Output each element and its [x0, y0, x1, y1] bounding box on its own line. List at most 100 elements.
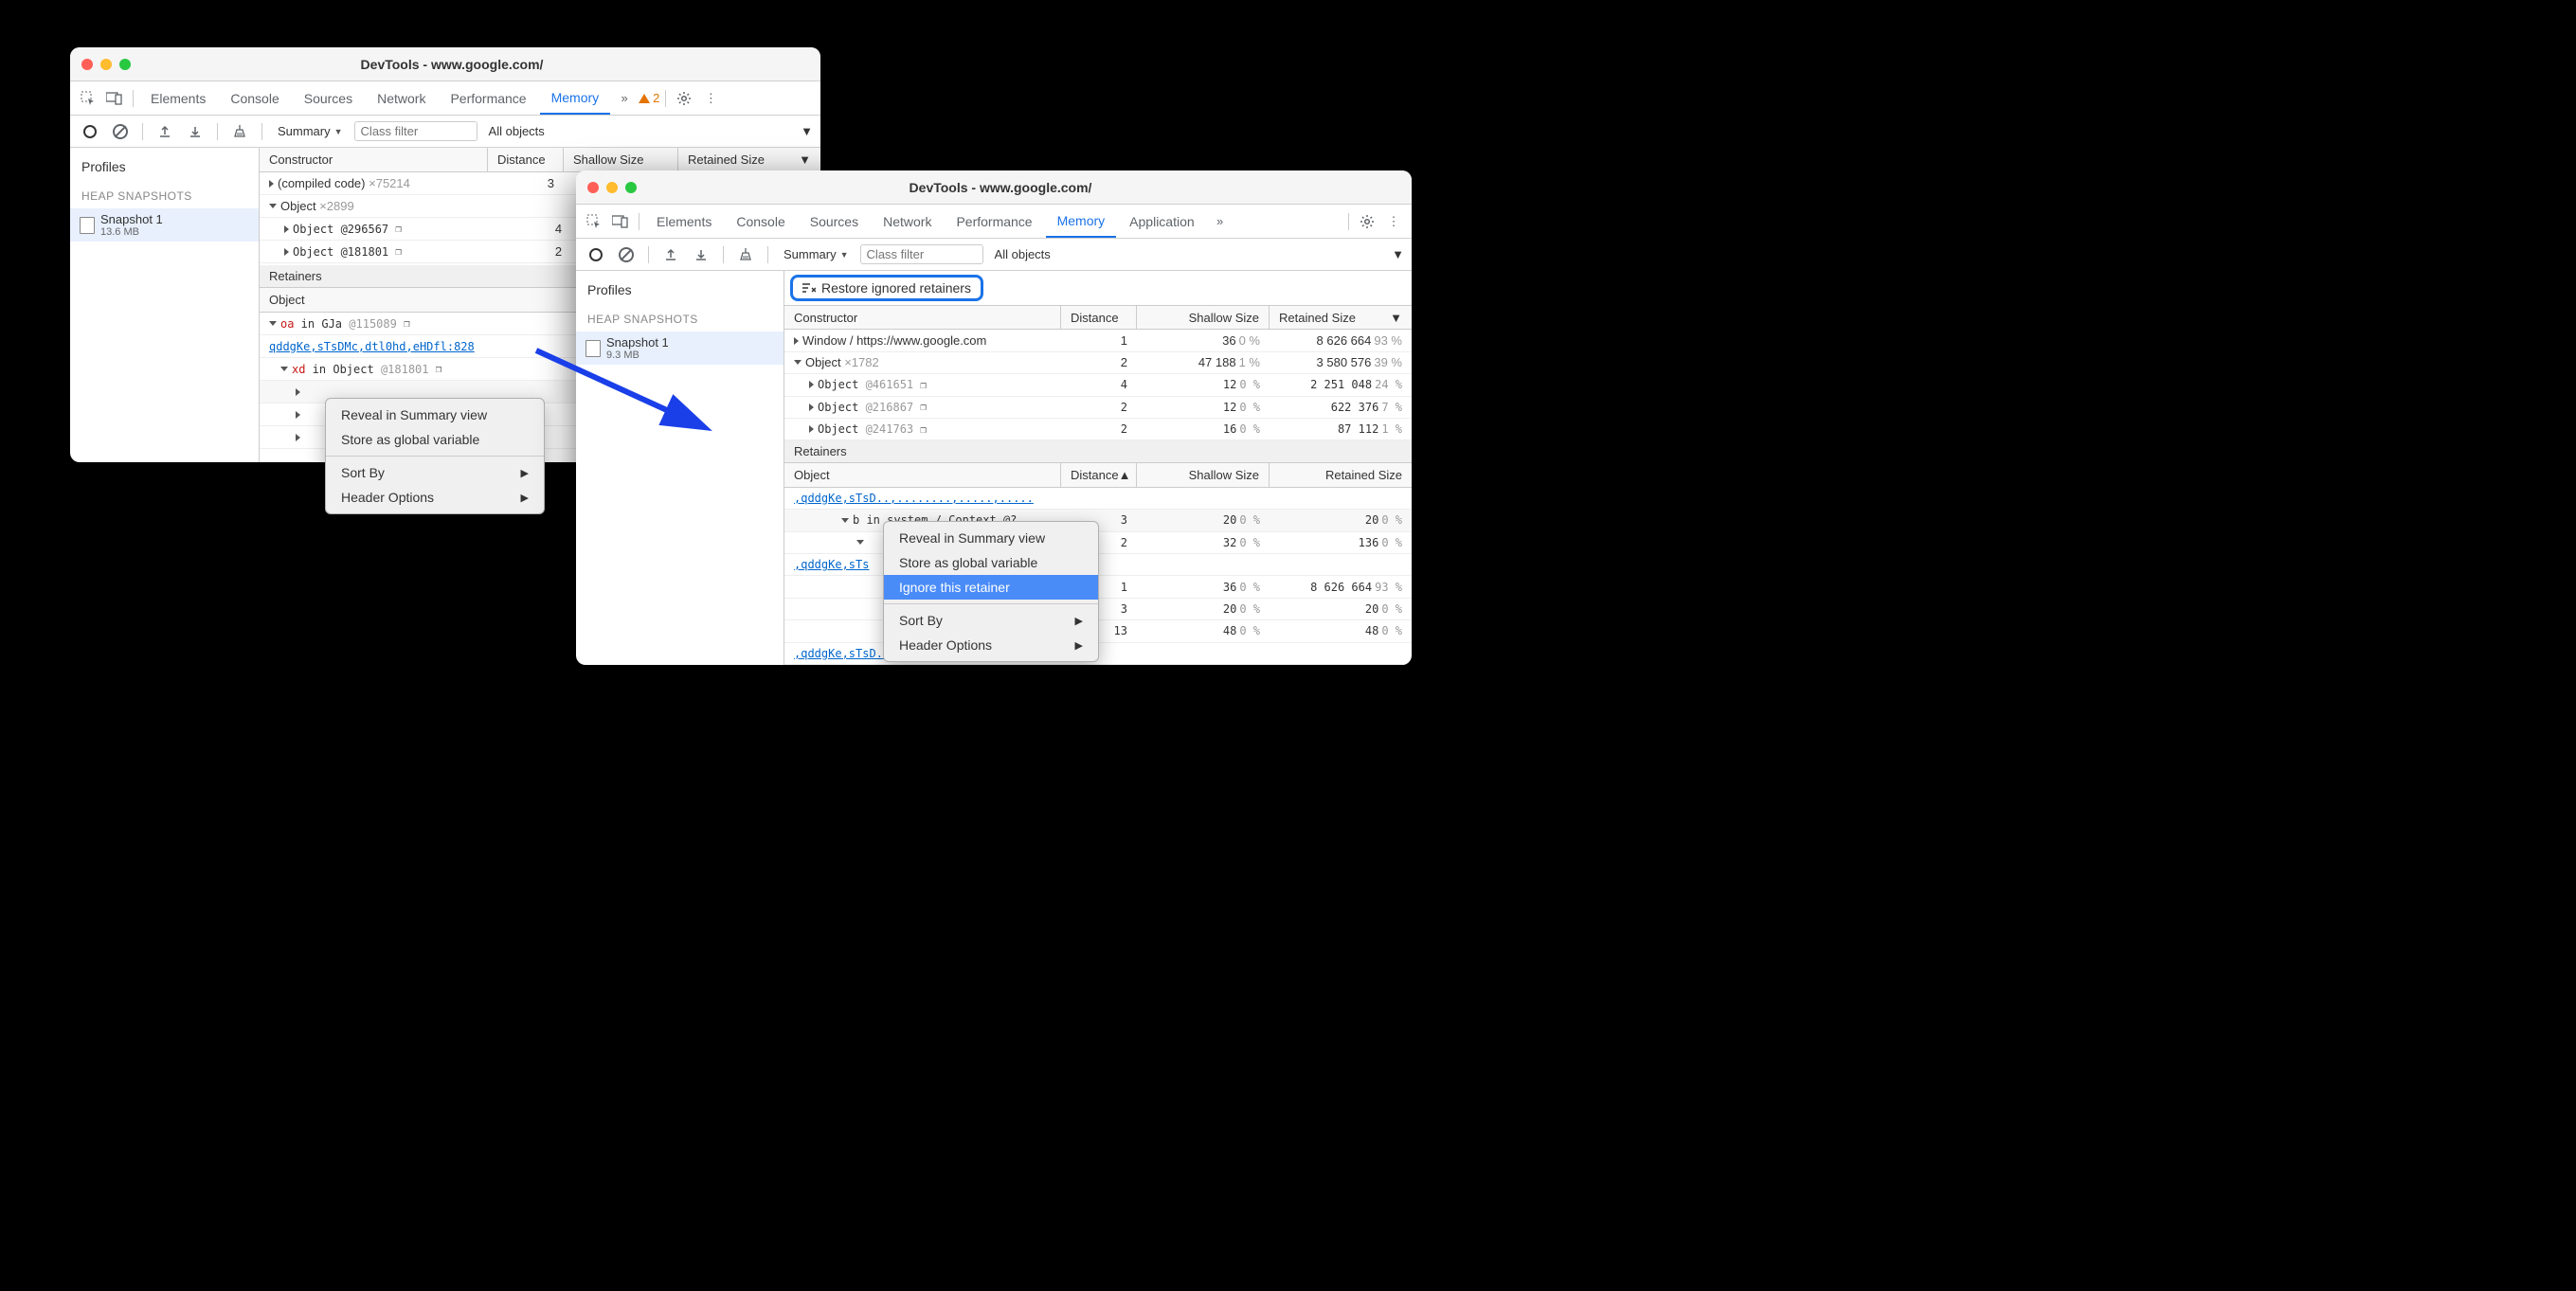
minimize-dot[interactable] — [100, 59, 112, 70]
download-icon[interactable] — [183, 119, 207, 144]
disclosure-triangle-icon[interactable] — [269, 204, 277, 208]
tab-console[interactable]: Console — [725, 205, 796, 238]
disclosure-triangle-icon[interactable] — [794, 337, 799, 345]
restore-ignored-retainers-button[interactable]: Restore ignored retainers — [790, 275, 983, 301]
tab-console[interactable]: Console — [219, 81, 290, 115]
disclosure-triangle-icon[interactable] — [809, 381, 814, 388]
menu-store-global[interactable]: Store as global variable — [884, 550, 1098, 575]
chevron-right-icon: ▶ — [521, 467, 529, 479]
col-distance[interactable]: Distance — [488, 148, 564, 171]
disclosure-triangle-icon[interactable] — [296, 411, 300, 419]
class-filter-input[interactable] — [860, 244, 983, 264]
view-select[interactable]: Summary▼ — [778, 245, 855, 263]
disclosure-triangle-icon[interactable] — [269, 180, 274, 188]
warnings-badge[interactable]: 2 — [639, 91, 659, 105]
disclosure-triangle-icon[interactable] — [296, 388, 300, 396]
sidebar: Profiles HEAP SNAPSHOTS Snapshot 1 9.3 M… — [576, 271, 784, 665]
col-distance[interactable]: Distance — [1061, 306, 1137, 329]
col-shallow[interactable]: Shallow Size — [1137, 463, 1270, 486]
disclosure-triangle-icon[interactable] — [269, 321, 277, 326]
minimize-dot[interactable] — [606, 182, 618, 193]
tab-network[interactable]: Network — [366, 81, 437, 115]
menu-ignore-retainer[interactable]: Ignore this retainer — [884, 575, 1098, 600]
snapshot-item[interactable]: Snapshot 1 13.6 MB — [70, 208, 259, 242]
kebab-icon[interactable]: ⋮ — [698, 86, 723, 111]
download-icon[interactable] — [689, 242, 713, 267]
tab-network[interactable]: Network — [872, 205, 943, 238]
disclosure-triangle-icon[interactable] — [809, 425, 814, 433]
tab-performance[interactable]: Performance — [439, 81, 537, 115]
table-row[interactable]: Object @216867 ❐ 2 120 % 622 3767 % — [784, 397, 1412, 419]
heap-snapshots-heading: HEAP SNAPSHOTS — [576, 309, 784, 330]
tab-sources[interactable]: Sources — [799, 205, 870, 238]
record-button[interactable] — [584, 242, 608, 267]
inspect-icon[interactable] — [76, 86, 100, 111]
upload-icon[interactable] — [658, 242, 683, 267]
disclosure-triangle-icon[interactable] — [809, 403, 814, 411]
close-dot[interactable] — [81, 59, 93, 70]
gear-icon[interactable] — [672, 86, 696, 111]
tab-sources[interactable]: Sources — [293, 81, 364, 115]
chevron-right-icon: ▶ — [1075, 615, 1083, 627]
col-shallow[interactable]: Shallow Size — [564, 148, 678, 171]
col-retained[interactable]: Retained Size▼ — [1270, 306, 1412, 329]
sweep-icon[interactable] — [733, 242, 758, 267]
tab-performance[interactable]: Performance — [945, 205, 1043, 238]
col-constructor[interactable]: Constructor — [784, 306, 1061, 329]
tab-application[interactable]: Application — [1118, 205, 1206, 238]
divider — [261, 123, 262, 140]
table-row[interactable]: Object ×1782 2 47 1881 % 3 580 57639 % — [784, 352, 1412, 374]
table-row[interactable]: Object @241763 ❐ 2 160 % 87 1121 % — [784, 419, 1412, 440]
view-select[interactable]: Summary▼ — [272, 122, 349, 140]
col-constructor[interactable]: Constructor — [260, 148, 488, 171]
col-retained[interactable]: Retained Size — [1270, 463, 1412, 486]
disclosure-triangle-icon[interactable] — [794, 360, 802, 365]
tab-memory[interactable]: Memory — [1046, 205, 1117, 238]
chevron-down-icon[interactable]: ▼ — [1392, 247, 1404, 261]
device-icon[interactable] — [608, 209, 633, 234]
menu-reveal-summary[interactable]: Reveal in Summary view — [884, 526, 1098, 550]
record-button[interactable] — [78, 119, 102, 144]
kebab-icon[interactable]: ⋮ — [1381, 209, 1406, 234]
menu-sort-by[interactable]: Sort By▶ — [326, 460, 544, 485]
upload-icon[interactable] — [153, 119, 177, 144]
disclosure-triangle-icon[interactable] — [856, 540, 864, 545]
tab-memory[interactable]: Memory — [540, 81, 611, 115]
menu-header-options[interactable]: Header Options▶ — [326, 485, 544, 510]
col-object[interactable]: Object — [784, 463, 1061, 486]
disclosure-triangle-icon[interactable] — [841, 518, 849, 523]
tab-elements[interactable]: Elements — [139, 81, 217, 115]
clear-button[interactable] — [108, 119, 133, 144]
tabs-overflow-icon[interactable]: » — [612, 86, 637, 111]
class-filter-input[interactable] — [354, 121, 477, 141]
chevron-down-icon[interactable]: ▼ — [801, 124, 813, 138]
tabs-overflow-icon[interactable]: » — [1208, 209, 1233, 234]
scope-select[interactable]: All objects — [989, 245, 1056, 263]
col-retained[interactable]: Retained Size▼ — [678, 148, 820, 171]
menu-reveal-summary[interactable]: Reveal in Summary view — [326, 403, 544, 427]
table-row[interactable]: Window / https://www.google.com 1 360 % … — [784, 330, 1412, 351]
zoom-dot[interactable] — [625, 182, 637, 193]
close-dot[interactable] — [587, 182, 599, 193]
gear-icon[interactable] — [1355, 209, 1379, 234]
menu-store-global[interactable]: Store as global variable — [326, 427, 544, 452]
disclosure-triangle-icon[interactable] — [296, 434, 300, 441]
menu-header-options[interactable]: Header Options▶ — [884, 633, 1098, 657]
disclosure-triangle-icon[interactable] — [284, 225, 289, 233]
tab-elements[interactable]: Elements — [645, 205, 723, 238]
table-row[interactable]: Object @461651 ❐ 4 120 % 2 251 04824 % — [784, 374, 1412, 396]
table-row[interactable]: ,qddgKe,sTsD..,........,.....,..... — [784, 488, 1412, 510]
col-shallow[interactable]: Shallow Size — [1137, 306, 1270, 329]
sweep-icon[interactable] — [227, 119, 252, 144]
menu-sort-by[interactable]: Sort By▶ — [884, 608, 1098, 633]
clear-button[interactable] — [614, 242, 639, 267]
inspect-icon[interactable] — [582, 209, 606, 234]
disclosure-triangle-icon[interactable] — [284, 248, 289, 256]
scope-select[interactable]: All objects — [483, 122, 550, 140]
link-text[interactable]: qddgKe,sTsDMc,dtl0hd,eHDfl:828 — [269, 340, 475, 353]
disclosure-triangle-icon[interactable] — [280, 367, 288, 371]
titlebar: DevTools - www.google.com/ — [70, 47, 820, 81]
device-icon[interactable] — [102, 86, 127, 111]
zoom-dot[interactable] — [119, 59, 131, 70]
col-distance[interactable]: Distance▲ — [1061, 463, 1137, 486]
